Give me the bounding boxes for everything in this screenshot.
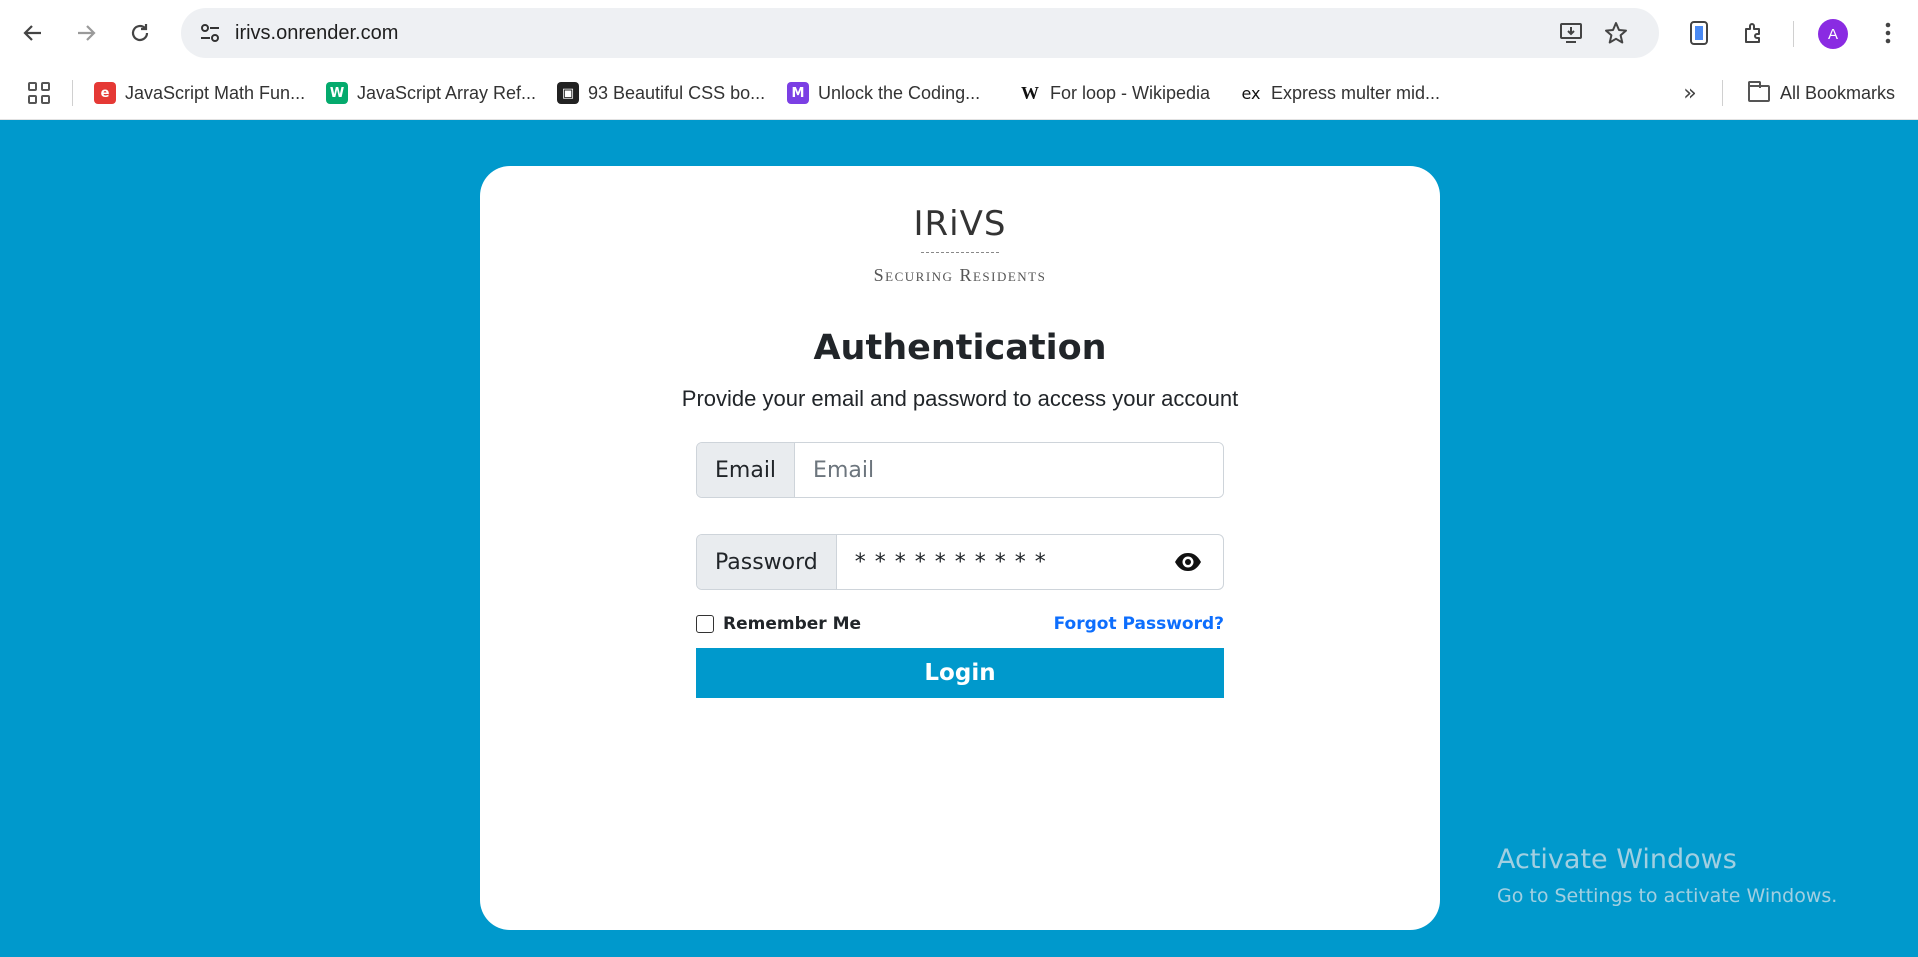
email-input[interactable] — [795, 443, 1223, 497]
bookmarks-overflow-icon[interactable]: » — [1675, 78, 1705, 108]
remember-me-checkbox[interactable] — [696, 615, 714, 633]
logo-word: IRiVS — [913, 204, 1007, 244]
bookmarks-divider — [72, 80, 73, 106]
password-input[interactable] — [836, 535, 1153, 589]
watermark-subtitle: Go to Settings to activate Windows. — [1497, 885, 1838, 907]
reload-icon[interactable] — [120, 13, 160, 53]
star-icon[interactable] — [1601, 18, 1631, 48]
side-panel-icon[interactable] — [1679, 13, 1719, 53]
url-text[interactable]: irivs.onrender.com — [235, 22, 398, 45]
browser-toolbar: irivs.onrender.com A — [0, 0, 1918, 66]
profile-avatar[interactable]: A — [1818, 19, 1848, 49]
all-bookmarks-label: All Bookmarks — [1780, 82, 1896, 103]
bookmark-label: JavaScript Math Fun... — [125, 82, 306, 103]
password-field-group: Password — [696, 534, 1224, 590]
bookmark-label: For loop - Wikipedia — [1050, 82, 1211, 103]
bookmark-favicon-icon: W — [326, 82, 348, 104]
apps-icon[interactable] — [24, 78, 54, 108]
bookmarks-bar: e JavaScript Math Fun... W JavaScript Ar… — [0, 66, 1918, 120]
folder-icon — [1748, 80, 1770, 102]
back-icon[interactable] — [13, 13, 53, 53]
bookmark-item[interactable]: W For loop - Wikipedia — [1019, 76, 1210, 110]
bookmark-item[interactable]: e JavaScript Math Fun... — [94, 76, 305, 110]
bookmark-label: JavaScript Array Ref... — [357, 82, 537, 103]
forward-icon[interactable] — [66, 13, 106, 53]
bookmark-label: Unlock the Coding... — [818, 82, 981, 103]
login-card: IRiVS Securing Residents Authentication … — [480, 166, 1440, 930]
more-icon[interactable] — [1868, 13, 1908, 53]
bookmark-favicon-icon: ex — [1240, 82, 1262, 104]
password-label: Password — [697, 535, 837, 589]
toolbar-divider — [1793, 21, 1794, 47]
email-field-group: Email — [696, 442, 1224, 498]
page-subtitle: Provide your email and password to acces… — [681, 386, 1239, 411]
bookmark-item[interactable]: W JavaScript Array Ref... — [326, 76, 536, 110]
show-password-eye-icon[interactable] — [1153, 535, 1223, 589]
page-title: Authentication — [813, 328, 1107, 368]
bookmark-favicon-icon: W — [1019, 82, 1041, 104]
forgot-password-link[interactable]: Forgot Password? — [1054, 614, 1224, 634]
bookmark-item[interactable]: ▣ 93 Beautiful CSS bo... — [557, 76, 765, 110]
address-bar[interactable]: irivs.onrender.com — [181, 8, 1659, 58]
extensions-icon[interactable] — [1734, 13, 1774, 53]
watermark-title: Activate Windows — [1497, 844, 1737, 875]
site-info-icon[interactable] — [195, 18, 225, 48]
bookmark-item[interactable]: M Unlock the Coding... — [787, 76, 980, 110]
logo: IRiVS Securing Residents — [480, 204, 1440, 286]
login-button[interactable]: Login — [696, 648, 1224, 698]
remember-me[interactable]: Remember Me — [696, 614, 861, 634]
activation-watermark: Activate Windows Go to Settings to activ… — [1497, 844, 1837, 907]
bookmark-favicon-icon: M — [787, 82, 809, 104]
bookmark-item[interactable]: ex Express multer mid... — [1240, 76, 1440, 110]
bookmarks-divider — [1722, 80, 1723, 106]
email-label: Email — [697, 443, 796, 497]
bookmark-favicon-icon: e — [94, 82, 116, 104]
logo-divider — [921, 252, 999, 253]
bookmark-favicon-icon: ▣ — [557, 82, 579, 104]
logo-tagline: Securing Residents — [873, 265, 1047, 285]
remember-me-label: Remember Me — [723, 614, 862, 634]
bookmark-label: Express multer mid... — [1271, 82, 1441, 103]
all-bookmarks-button[interactable]: All Bookmarks — [1748, 76, 1895, 110]
bookmark-label: 93 Beautiful CSS bo... — [588, 82, 766, 103]
install-icon[interactable] — [1556, 18, 1586, 48]
